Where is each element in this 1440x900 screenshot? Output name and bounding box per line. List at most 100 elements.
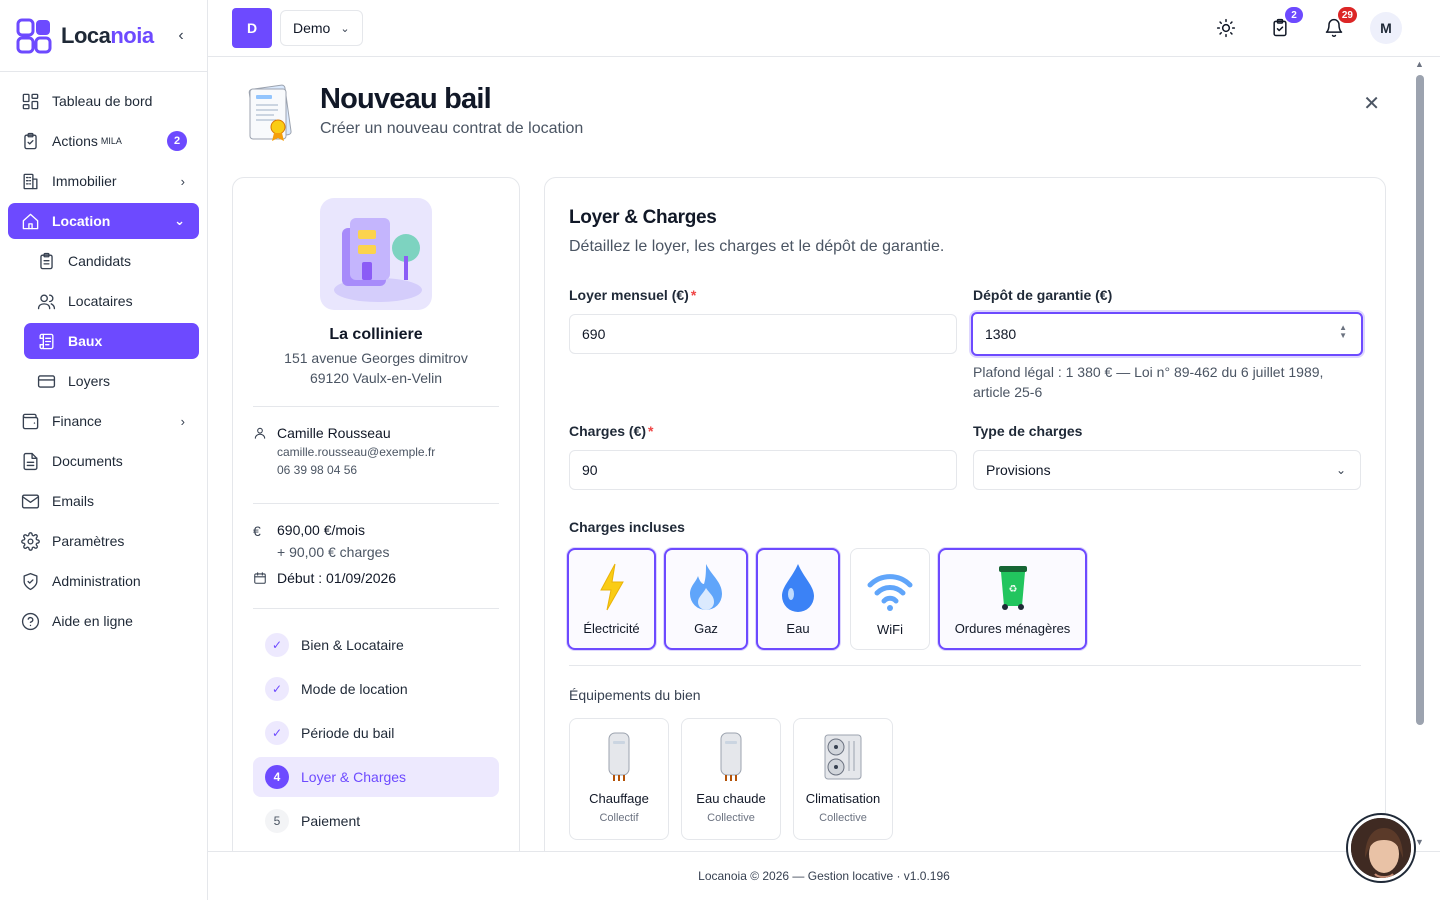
equipment-mode: Collectif <box>599 812 639 824</box>
divider <box>253 406 499 407</box>
charges-type-label: Type de charges <box>973 423 1083 439</box>
address-line-2: 69120 Vaulx-en-Velin <box>309 370 443 386</box>
equipment-eau-chaude[interactable]: Eau chaude Collective <box>681 718 781 840</box>
chevron-right-icon: › <box>180 173 185 189</box>
included-wifi[interactable]: WiFi <box>850 548 930 650</box>
rent-input[interactable]: 690 <box>569 314 957 354</box>
included-gaz[interactable]: Gaz <box>664 548 748 650</box>
tasks-badge: 2 <box>1285 7 1303 23</box>
page-scrollbar[interactable]: ▲ ▼ <box>1412 57 1428 851</box>
clipboard-check-icon <box>20 131 40 151</box>
sidebar-item-parametres[interactable]: Paramètres <box>8 523 199 559</box>
tasks-clipboard-icon[interactable]: 2 <box>1264 7 1303 44</box>
wallet-icon <box>20 411 40 431</box>
sidebar-item-label: Emails <box>52 493 95 509</box>
deposit-input[interactable]: 1380 ▲ ▼ <box>971 312 1363 356</box>
sidebar-item-location[interactable]: Location ⌄ <box>8 203 199 239</box>
sidebar-item-label: Locataires <box>68 293 133 309</box>
sidebar-item-baux[interactable]: Baux <box>24 323 199 359</box>
deposit-hint: Plafond légal : 1 380 € — Loi n° 89-462 … <box>973 364 1324 400</box>
chevron-down-icon: ⌄ <box>1335 463 1346 477</box>
included-ordures-menageres[interactable]: ♻ Ordures ménagères <box>938 548 1087 650</box>
step-label: Paiement <box>301 813 361 829</box>
tile-label: Ordures ménagères <box>954 621 1071 636</box>
tile-label: WiFi <box>877 622 903 637</box>
brand-name: Locanoia <box>61 22 154 48</box>
sun-icon[interactable] <box>1210 12 1242 44</box>
step-paiement[interactable]: 5 Paiement <box>253 801 499 841</box>
property-address: 151 avenue Georges dimitrov 69120 Vaulx-… <box>233 348 519 388</box>
shield-check-icon <box>20 571 40 591</box>
step-label: Mode de location <box>301 681 408 697</box>
chevron-left-icon[interactable]: ‹ <box>171 27 191 45</box>
actions-count-badge: 2 <box>167 131 187 151</box>
footer-text: Locanoia © 2026 — Gestion locative · v1.… <box>698 869 950 883</box>
equipment-title: Climatisation <box>805 791 881 806</box>
sidebar-item-administration[interactable]: Administration <box>8 563 199 599</box>
chevron-down-icon: ⌄ <box>174 213 185 228</box>
sidebar-item-aide-en-ligne[interactable]: Aide en ligne <box>8 603 199 639</box>
chevron-down-icon: ⌄ <box>340 22 350 35</box>
user-avatar[interactable]: M <box>1370 12 1402 44</box>
bell-icon[interactable]: 29 <box>1318 7 1357 44</box>
start-date: Début : 01/09/2026 <box>277 570 397 586</box>
equipment-climatisation[interactable]: Climatisation Collective <box>793 718 893 840</box>
check-icon: ✓ <box>265 721 289 745</box>
step-bien-locataire[interactable]: ✓ Bien & Locataire <box>253 625 499 665</box>
page-subtitle: Créer un nouveau contrat de location <box>320 120 584 137</box>
step-periode-bail[interactable]: ✓ Période du bail <box>253 713 499 753</box>
lease-document-icon <box>244 81 296 147</box>
start-date-info: Début : 01/09/2026 <box>253 570 396 588</box>
deposit-label: Dépôt de garantie (€) <box>973 287 1113 303</box>
sidebar-item-locataires[interactable]: Locataires <box>24 283 199 319</box>
air-conditioner-icon <box>823 731 863 783</box>
sidebar-item-immobilier[interactable]: Immobilier › <box>8 163 199 199</box>
main-content: Nouveau bail Créer un nouveau contrat de… <box>208 57 1412 851</box>
sidebar-item-loyers[interactable]: Loyers <box>24 363 199 399</box>
scroll-icon <box>36 331 56 351</box>
sidebar-item-documents[interactable]: Documents <box>8 443 199 479</box>
user-icon <box>253 426 269 443</box>
scroll-thumb[interactable] <box>1416 75 1424 725</box>
footer: Locanoia © 2026 — Gestion locative · v1.… <box>208 851 1440 900</box>
rent-amount: 690,00 €/mois <box>277 522 365 538</box>
tile-label: Eau <box>786 621 810 636</box>
org-selector[interactable]: Demo ⌄ <box>280 10 363 46</box>
included-eau[interactable]: Eau <box>756 548 840 650</box>
property-name: La colliniere <box>329 326 423 343</box>
logo-row: Locanoia ‹ <box>0 0 207 72</box>
step-number: 4 <box>265 765 289 789</box>
step-mode-location[interactable]: ✓ Mode de location <box>253 669 499 709</box>
close-icon[interactable]: ✕ <box>1363 91 1380 116</box>
water-heater-icon <box>717 731 745 783</box>
section-subtitle: Détaillez le loyer, les charges et le dé… <box>569 238 945 255</box>
calendar-icon <box>253 571 269 588</box>
sidebar-item-actions[interactable]: Actions MILA 2 <box>8 123 199 159</box>
scroll-up-icon[interactable]: ▲ <box>1415 59 1424 69</box>
flame-icon <box>686 562 726 615</box>
topbar-actions: 2 29 M <box>1188 7 1402 44</box>
number-spinner-icon[interactable]: ▲ ▼ <box>1339 324 1347 340</box>
sidebar-item-label: Actions <box>52 133 98 149</box>
included-electricite[interactable]: Électricité <box>567 548 656 650</box>
scroll-down-icon[interactable]: ▼ <box>1415 837 1424 847</box>
sidebar-item-label: Documents <box>52 453 123 469</box>
charges-amount: + 90,00 € charges <box>277 544 390 560</box>
home-icon <box>20 211 40 231</box>
step-loyer-charges[interactable]: 4 Loyer & Charges <box>253 757 499 797</box>
sidebar-item-emails[interactable]: Emails <box>8 483 199 519</box>
sidebar-item-finance[interactable]: Finance › <box>8 403 199 439</box>
users-icon <box>36 291 56 311</box>
equipment-chauffage[interactable]: Chauffage Collectif <box>569 718 669 840</box>
assistant-avatar-button[interactable] <box>1348 815 1414 881</box>
equipment-mode: Collective <box>707 812 755 824</box>
org-avatar[interactable]: D <box>232 8 272 48</box>
charges-type-select[interactable]: Provisions ⌄ <box>973 450 1361 490</box>
sidebar-item-tableau-de-bord[interactable]: Tableau de bord <box>8 83 199 119</box>
divider <box>569 665 1361 666</box>
charges-input[interactable]: 90 <box>569 450 957 490</box>
help-circle-icon <box>20 611 40 631</box>
divider <box>253 503 499 504</box>
sidebar-item-candidats[interactable]: Candidats <box>24 243 199 279</box>
sidebar-item-label: Location <box>52 213 111 229</box>
